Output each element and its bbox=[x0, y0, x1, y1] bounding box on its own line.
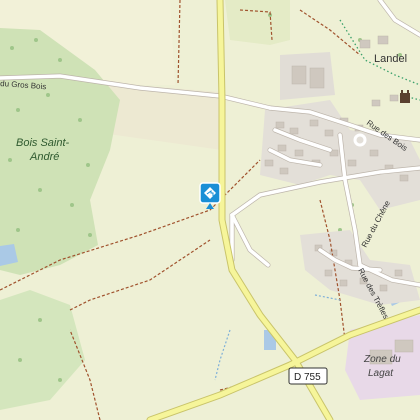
zone-label-line1: Zone du bbox=[363, 354, 401, 365]
zone-label-line2: Lagat bbox=[368, 368, 394, 379]
road-shield: D 755 bbox=[288, 367, 328, 385]
forest-area bbox=[225, 0, 290, 45]
road-shield-label: D 755 bbox=[294, 372, 321, 383]
town-label: Landel bbox=[374, 53, 407, 65]
map-view[interactable]: du Gros Bois Bois Saint- André Landel Ru… bbox=[0, 0, 420, 420]
map-canvas[interactable]: du Gros Bois Bois Saint- André Landel Ru… bbox=[0, 0, 420, 420]
residential-area bbox=[280, 52, 335, 100]
wood-label-line2: André bbox=[29, 151, 59, 163]
wood-label-line1: Bois Saint- bbox=[16, 137, 70, 149]
